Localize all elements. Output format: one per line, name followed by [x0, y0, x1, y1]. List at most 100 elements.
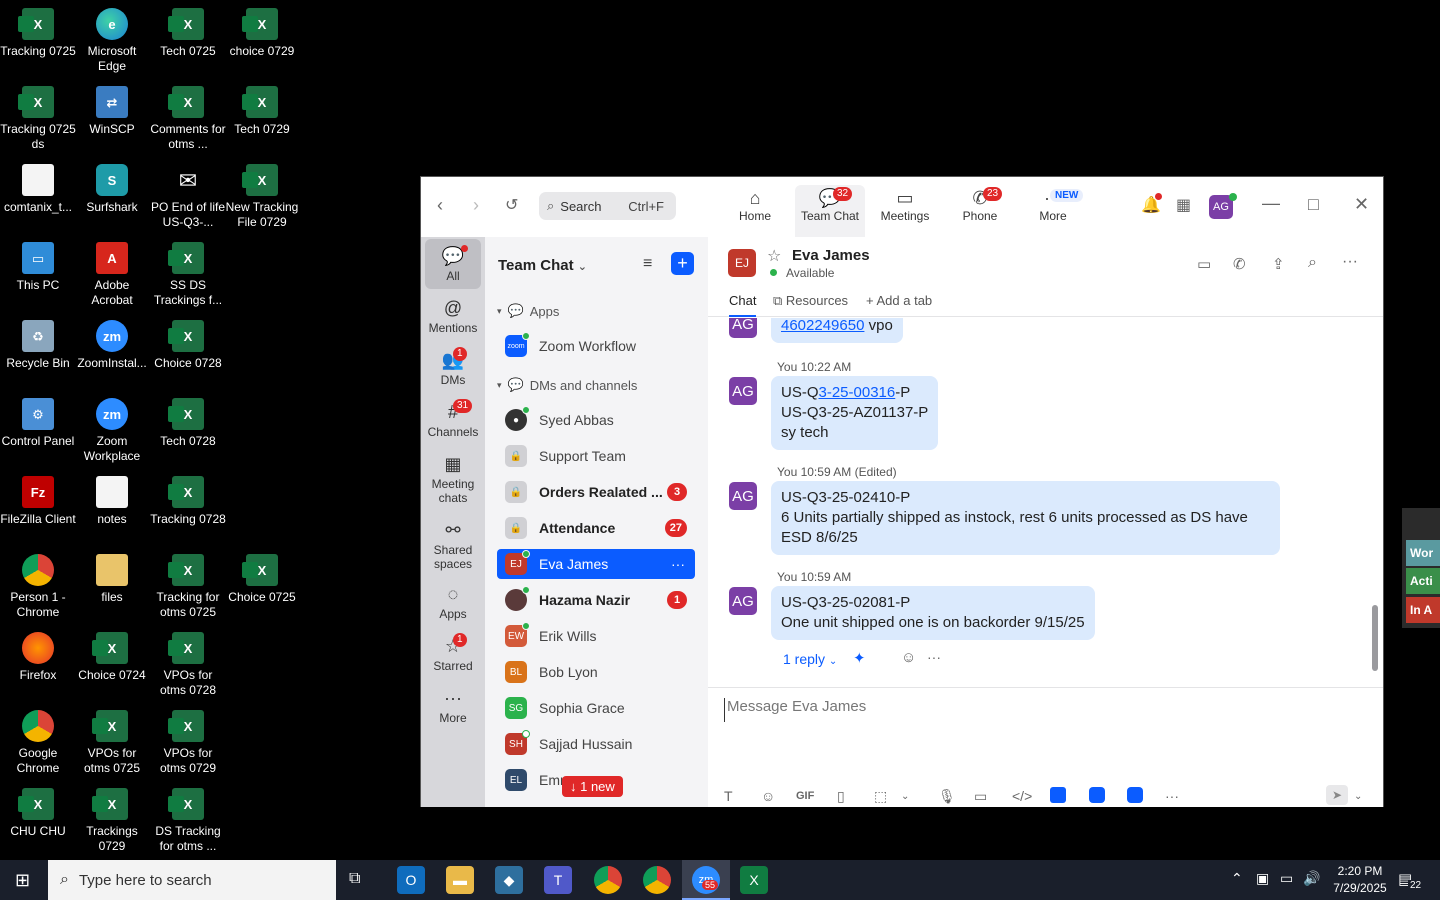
taskbar-search[interactable]: ⌕ Type here to search [48, 860, 336, 900]
history-icon[interactable]: ↺ [505, 195, 518, 215]
chat-scrollbar[interactable] [1372, 605, 1378, 671]
contact-name[interactable]: Eva James [792, 247, 870, 264]
ai-sparkle-icon[interactable]: ✦ [853, 649, 866, 667]
more-icon[interactable]: ··· [671, 556, 685, 572]
desktop-icon-winscp[interactable]: ⇄ WinSCP [74, 78, 150, 137]
desktop-icon-filezilla[interactable]: Fz FileZilla Client [0, 468, 76, 527]
nav-more[interactable]: ···More NEW [1018, 185, 1088, 237]
more-icon[interactable]: ··· [1165, 788, 1179, 804]
phone-icon[interactable]: ✆ [1233, 255, 1246, 273]
desktop-icon-firefox[interactable]: Firefox [0, 624, 76, 683]
send-icon[interactable]: ➤ [1326, 785, 1348, 805]
desktop-icon-surfshark[interactable]: S Surfshark [74, 156, 150, 215]
tab-resources[interactable]: ⧉ Resources [773, 293, 848, 309]
chevron-up-icon[interactable]: ⌃ [1231, 870, 1243, 887]
microphone-icon[interactable]: 🎙 [938, 788, 956, 805]
desktop-icon-comtanix[interactable]: comtanix_t... [0, 156, 76, 215]
sidebar-item-hazama-nazir[interactable]: Hazama Nazir 1 [497, 585, 695, 615]
emoji-icon[interactable]: ☺ [761, 788, 775, 804]
video-call-icon[interactable]: ▭ [1197, 255, 1211, 273]
desktop-icon-po-end-of-life[interactable]: ✉ PO End of life US-Q3-... [150, 156, 226, 230]
forward-icon[interactable]: › [473, 195, 479, 216]
desktop-icon-recycle-bin[interactable]: ♻ Recycle Bin [0, 312, 76, 371]
code-icon[interactable]: </> [1012, 788, 1032, 804]
desktop-icon-this-pc[interactable]: ▭ This PC [0, 234, 76, 293]
sidebar-item-sajjad-hussain[interactable]: SH Sajjad Hussain [497, 729, 695, 759]
tab-chat[interactable]: Chat [729, 293, 757, 317]
video-message-icon[interactable]: ▭ [974, 788, 987, 805]
dms-section-header[interactable]: ▾ 💬 DMs and channels [497, 377, 637, 393]
security-icon[interactable]: ▣ [1256, 870, 1269, 887]
rail-starred[interactable]: ☆ Starred 1 [425, 633, 481, 673]
outlook-icon[interactable]: O [397, 866, 425, 894]
rail-mentions[interactable]: @ Mentions [425, 295, 481, 335]
sidebar-item-eva-james[interactable]: EJ Eva James ··· [497, 549, 695, 579]
desktop-icon-vpos-0725[interactable]: X VPOs for otms 0725 [74, 702, 150, 776]
clock[interactable]: 2:20 PM 7/29/2025 [1330, 863, 1390, 897]
desktop-icon-control-panel[interactable]: ⚙ Control Panel [0, 390, 76, 449]
volume-icon[interactable]: 🔊 [1303, 870, 1320, 887]
message-bubble[interactable]: US-Q3-25-00316-P US-Q3-25-AZ01137-P sy t… [771, 376, 939, 450]
sidebar-item-syed-abbas[interactable]: ● Syed Abbas [497, 405, 695, 435]
zoom-taskbar-button[interactable]: zm 55 [682, 860, 730, 900]
desktop-icon-choice-0724[interactable]: X Choice 0724 [74, 624, 150, 683]
star-icon[interactable]: ☆ [767, 246, 781, 266]
message-link[interactable]: 3-25-00316 [819, 384, 896, 401]
share-screen-icon[interactable]: ⇪ [1272, 255, 1285, 273]
minimize-icon[interactable]: — [1262, 193, 1280, 214]
desktop-icon-vpos-0729[interactable]: X VPOs for otms 0729 [150, 702, 226, 776]
text-format-icon[interactable]: T [724, 788, 733, 804]
nav-home[interactable]: ⌂ Home [720, 185, 790, 237]
desktop-icon-trackings-0729[interactable]: X Trackings 0729 [74, 780, 150, 854]
gif-icon[interactable]: GIF [796, 790, 814, 802]
message-link[interactable]: 4602249650 [781, 318, 864, 334]
back-icon[interactable]: ‹ [437, 195, 443, 216]
desktop-icon-choice-0728[interactable]: X Choice 0728 [150, 312, 226, 371]
calendar-icon[interactable]: ▦ [1176, 195, 1191, 215]
desktop-icon-zoominstaller[interactable]: zm ZoomInstal... [74, 312, 150, 371]
filter-icon[interactable]: ≡ [643, 255, 652, 273]
desktop-icon-ss-ds[interactable]: X SS DS Trackings f... [150, 234, 226, 308]
maximize-icon[interactable]: □ [1308, 194, 1319, 215]
desktop-icon-person1-chrome[interactable]: Person 1 - Chrome [0, 546, 76, 620]
chrome-icon[interactable] [594, 866, 622, 894]
nav-team-chat[interactable]: 💬 Team Chat 32 [795, 185, 865, 237]
desktop-icon-zoom-workplace[interactable]: zm Zoom Workplace [74, 390, 150, 464]
desktop-icon-tracking-0728[interactable]: X Tracking 0728 [150, 468, 226, 527]
sidebar-item-orders[interactable]: 🔒 Orders Realated ... 3 [497, 477, 695, 507]
sidebar-item-bob-lyon[interactable]: BL Bob Lyon [497, 657, 695, 687]
message-input[interactable]: Message Eva James [724, 698, 1364, 722]
windows-start-icon[interactable]: ⊞ [15, 870, 30, 891]
desktop-icon-tech-0729[interactable]: X Tech 0729 [224, 78, 300, 137]
chrome-icon[interactable] [643, 866, 671, 894]
file-explorer-icon[interactable]: ▬ [446, 866, 474, 894]
desktop-icon-tech-0725[interactable]: X Tech 0725 [150, 0, 226, 59]
desktop-icon-ds-tracking[interactable]: X DS Tracking for otms ... [150, 780, 226, 854]
desktop-icon-new-tracking[interactable]: X New Tracking File 0729 [224, 156, 300, 230]
desktop-icon-google-chrome[interactable]: Google Chrome [0, 702, 76, 776]
network-icon[interactable]: ▭ [1280, 870, 1293, 887]
desktop-icon-vpos-0728[interactable]: X VPOs for otms 0728 [150, 624, 226, 698]
more-icon[interactable]: ··· [927, 649, 941, 665]
desktop-icon-tracking-otms-0725[interactable]: X Tracking for otms 0725 [150, 546, 226, 620]
search-icon[interactable]: ⌕ [1308, 254, 1317, 272]
teams-icon[interactable]: T [544, 866, 572, 894]
app-icon[interactable] [1127, 787, 1143, 803]
new-messages-pill[interactable]: ↓ 1 new [562, 776, 623, 797]
rail-shared-spaces[interactable]: ⚯ Shared spaces [425, 517, 481, 571]
message-bubble[interactable]: US-Q3-25-02410-P 6 Units partially shipp… [771, 481, 1280, 555]
sidebar-item-sophia-grace[interactable]: SG Sophia Grace [497, 693, 695, 723]
desktop-icon-tech-0728[interactable]: X Tech 0728 [150, 390, 226, 449]
partial-button-3[interactable]: In A [1406, 597, 1440, 623]
rail-dms[interactable]: 👥 DMs 1 [425, 347, 481, 387]
chevron-down-icon[interactable]: ⌄ [1354, 791, 1362, 802]
apps-section-header[interactable]: ▾ 💬 Apps [497, 303, 559, 319]
desktop-icon-tracking-0725[interactable]: X Tracking 0725 [0, 0, 76, 59]
rail-all[interactable]: 💬 All [425, 239, 481, 289]
reply-link[interactable]: 1 reply ⌄ [783, 651, 837, 667]
add-tab-button[interactable]: + Add a tab [866, 293, 932, 308]
rail-apps[interactable]: ◌ Apps [425, 581, 481, 621]
sidebar-item-support-team[interactable]: 🔒 Support Team [497, 441, 695, 471]
task-view-icon[interactable]: ⧉ [349, 870, 360, 888]
sidebar-item-erik-wills[interactable]: EW Erik Wills [497, 621, 695, 651]
